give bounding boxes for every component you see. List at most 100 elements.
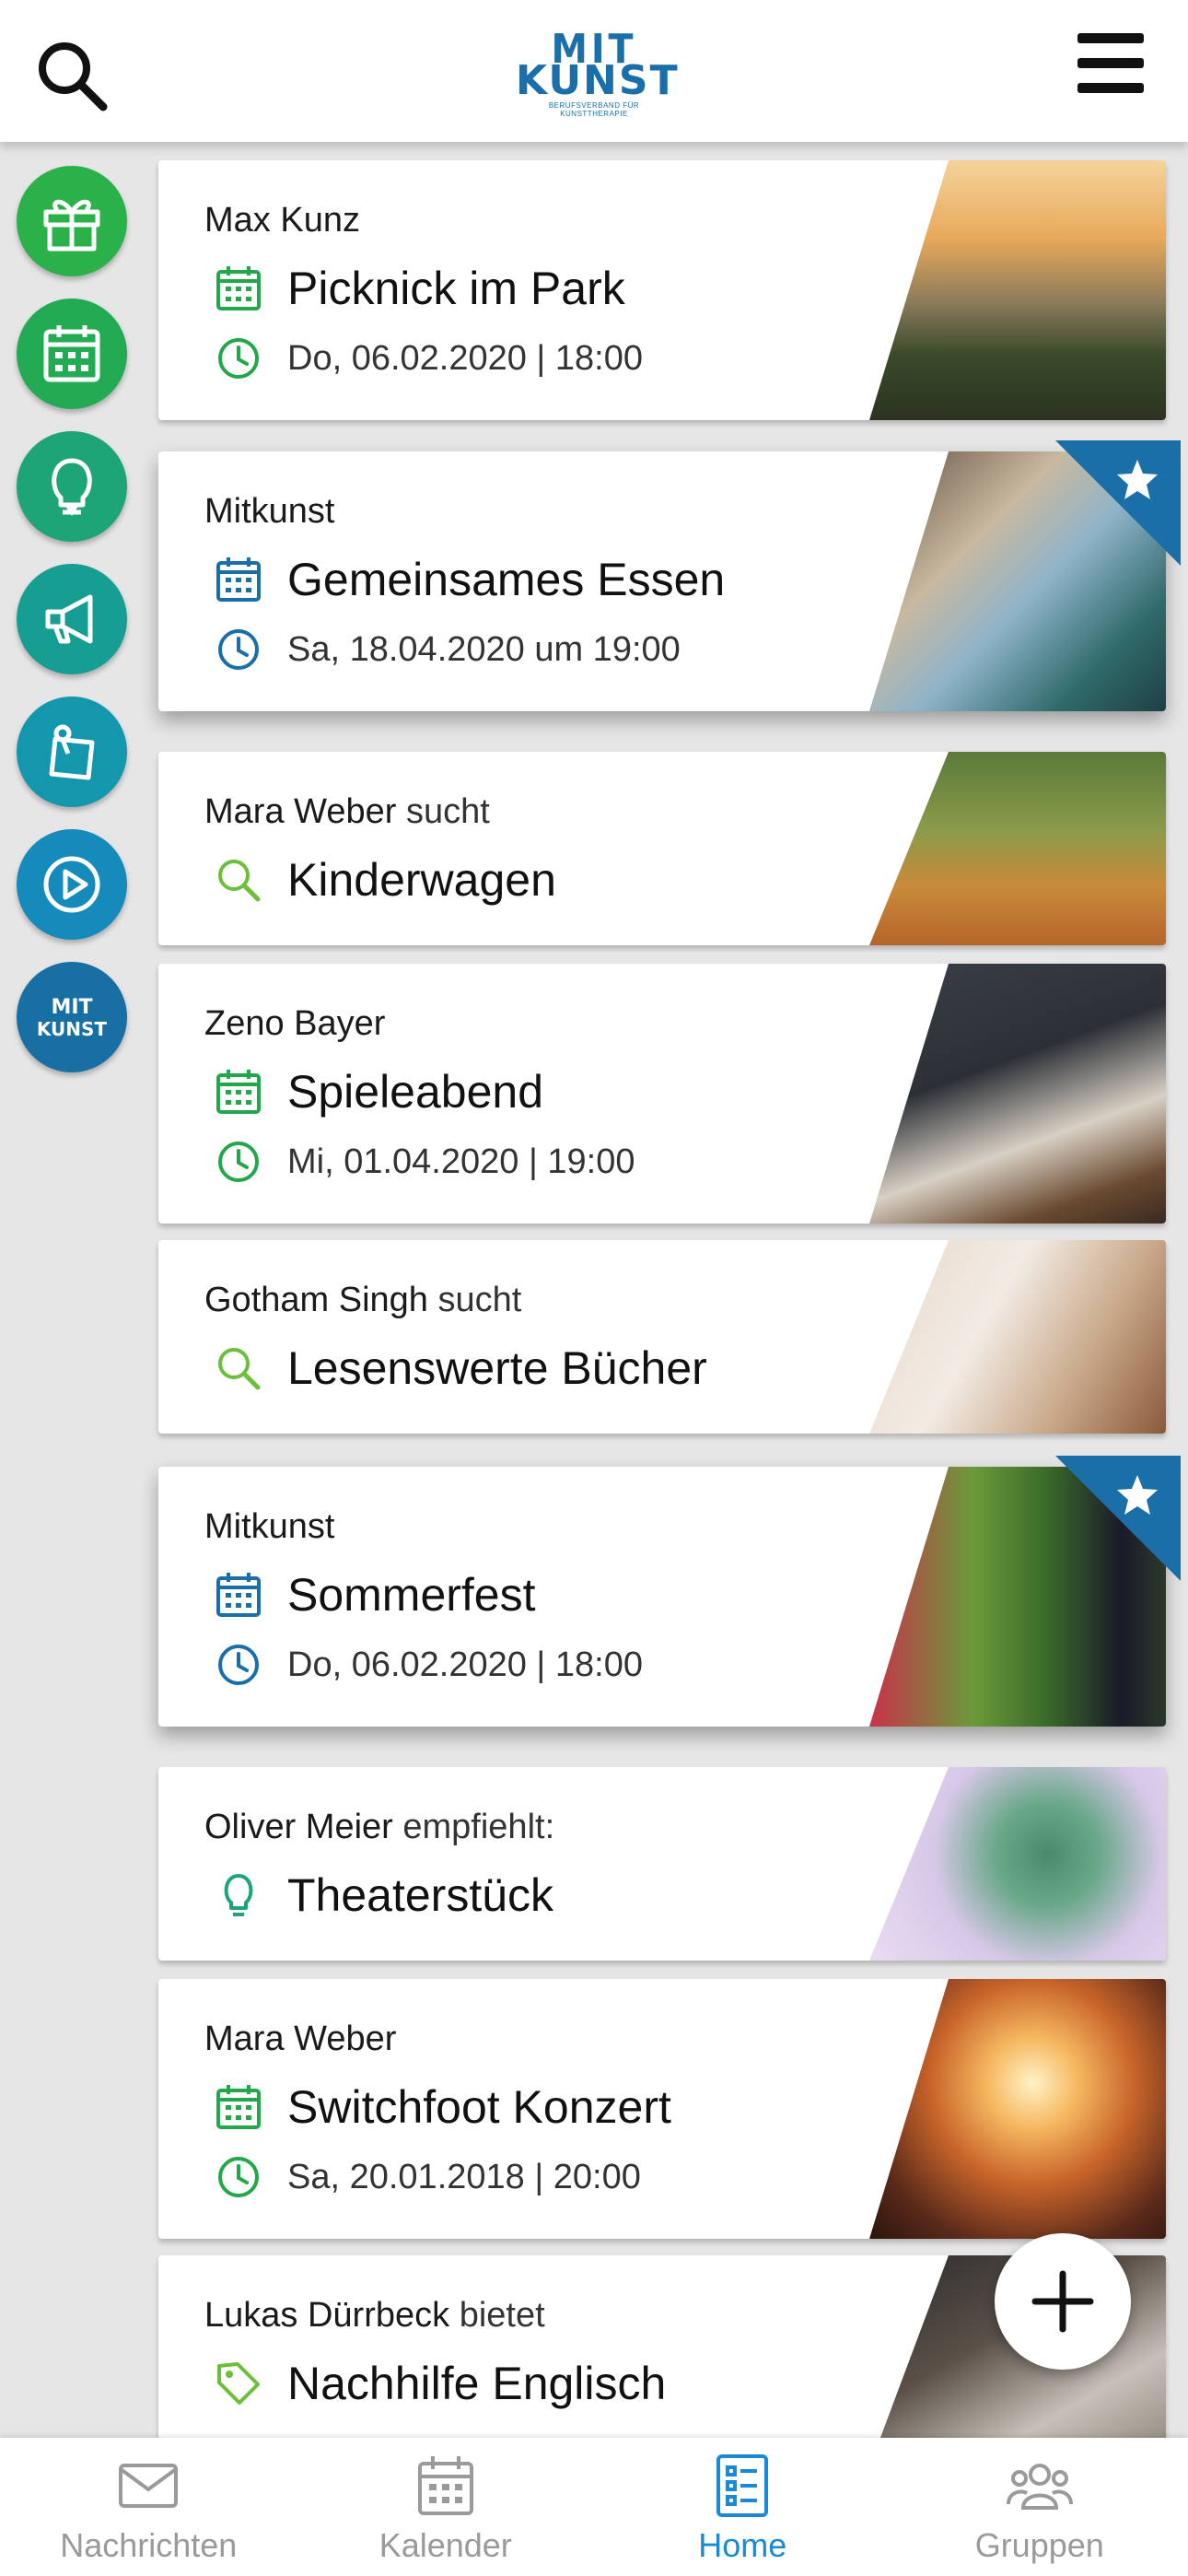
pin-note-icon bbox=[49, 724, 95, 780]
list-icon bbox=[716, 2454, 769, 2517]
search-icon bbox=[218, 1348, 261, 1390]
card-date: Sa, 20.01.2018 | 20:00 bbox=[287, 2157, 641, 2196]
bottom-navigation: Nachrichten Kalender Home Gruppen bbox=[0, 2438, 1188, 2576]
calendar-icon bbox=[43, 325, 100, 382]
clock-icon bbox=[218, 1142, 259, 1182]
card-title: Gemeinsames Essen bbox=[287, 554, 726, 605]
clock-icon bbox=[218, 1645, 259, 1685]
side-tips-button[interactable] bbox=[17, 431, 127, 542]
feed-card[interactable]: Mara Weber sucht Kinderwagen bbox=[158, 752, 1166, 945]
app-header: MIT KUNST BERUFSVERBAND FÜR KUNSTTHERAPI… bbox=[0, 0, 1188, 142]
calendar-icon bbox=[216, 266, 261, 310]
side-pinboard-button[interactable] bbox=[17, 697, 127, 807]
search-icon[interactable] bbox=[33, 37, 111, 114]
calendar-icon bbox=[216, 1070, 261, 1114]
card-date-row: Sa, 20.01.2018 | 20:00 bbox=[214, 2152, 641, 2202]
succulent-photo bbox=[869, 1767, 1166, 1961]
card-author: Mitkunst bbox=[204, 492, 335, 531]
card-title-row: Lesenswerte Bücher bbox=[214, 1341, 707, 1395]
card-author: Gotham Singh sucht bbox=[204, 1281, 522, 1319]
calendar-icon bbox=[417, 2456, 473, 2515]
calendar-icon bbox=[216, 1573, 261, 1617]
mitkunst-logo[interactable]: MIT KUNST BERUFSVERBAND FÜR KUNSTTHERAPI… bbox=[516, 29, 680, 123]
tab-home[interactable]: Home bbox=[594, 2438, 891, 2576]
lightbulb-icon bbox=[224, 1874, 253, 1916]
tab-kalender[interactable]: Kalender bbox=[297, 2438, 595, 2576]
card-author: Oliver Meier empfiehlt: bbox=[204, 1808, 555, 1846]
card-author: Zeno Bayer bbox=[204, 1004, 386, 1043]
card-date: Do, 06.02.2020 | 18:00 bbox=[287, 338, 643, 378]
feed-card-featured[interactable]: Mitkunst Sommerfest Do, 06.02.2020 | 18:… bbox=[158, 1456, 1181, 1727]
card-title-row: Sommerfest bbox=[214, 1568, 536, 1622]
card-author: Max Kunz bbox=[204, 201, 360, 240]
side-video-button[interactable] bbox=[17, 829, 127, 940]
card-title: Lesenswerte Bücher bbox=[287, 1342, 707, 1394]
open-book-photo bbox=[869, 1240, 1166, 1434]
card-author: Mara Weber sucht bbox=[204, 792, 490, 831]
card-title-row: Picknick im Park bbox=[214, 262, 625, 315]
card-date: Do, 06.02.2020 | 18:00 bbox=[287, 1645, 643, 1684]
tab-label: Nachrichten bbox=[60, 2526, 238, 2564]
plus-icon bbox=[1031, 2270, 1094, 2333]
star-icon bbox=[1117, 1475, 1158, 1515]
card-title: Sommerfest bbox=[287, 1569, 536, 1621]
play-icon bbox=[43, 856, 100, 913]
card-title: Theaterstück bbox=[287, 1869, 554, 1921]
card-date: Sa, 18.04.2020 um 19:00 bbox=[287, 629, 681, 669]
side-announcement-button[interactable] bbox=[17, 564, 127, 674]
tab-label: Home bbox=[698, 2526, 787, 2564]
tab-label: Kalender bbox=[379, 2526, 512, 2564]
svg-text:MIT: MIT bbox=[51, 996, 92, 1019]
feed-card[interactable]: Mara Weber Switchfoot Konzert Sa, 20.01.… bbox=[158, 1979, 1166, 2239]
tab-label: Gruppen bbox=[974, 2526, 1104, 2564]
svg-text:KUNST: KUNST bbox=[37, 1018, 108, 1040]
card-date-row: Do, 06.02.2020 | 18:00 bbox=[214, 334, 643, 383]
card-author: Lukas Dürrbeck bietet bbox=[204, 2296, 545, 2335]
feed-card-featured[interactable]: Mitkunst Gemeinsames Essen Sa, 18.04.202… bbox=[158, 440, 1181, 711]
feed-card[interactable]: Max Kunz Picknick im Park Do, 06.02.2020… bbox=[158, 160, 1166, 420]
card-author: Mitkunst bbox=[204, 1507, 335, 1546]
side-mitkunst-button[interactable]: MIT KUNST bbox=[17, 962, 127, 1072]
card-author: Mara Weber bbox=[204, 2020, 397, 2058]
feed-card[interactable]: Gotham Singh sucht Lesenswerte Bücher bbox=[158, 1240, 1166, 1434]
card-title-row: Theaterstück bbox=[214, 1868, 553, 1922]
card-title-row: Kinderwagen bbox=[214, 853, 556, 907]
mitkunst-logo-icon: MITKUNST bbox=[37, 996, 108, 1040]
card-date: Mi, 01.04.2020 | 19:00 bbox=[287, 1142, 635, 1181]
card-title: Spieleabend bbox=[287, 1066, 544, 1118]
park-picnic-photo bbox=[869, 160, 1166, 420]
add-button[interactable] bbox=[995, 2233, 1131, 2370]
feed-card[interactable]: Oliver Meier empfiehlt: Theaterstück bbox=[158, 1767, 1166, 1961]
card-date-row: Mi, 01.04.2020 | 19:00 bbox=[214, 1137, 635, 1187]
clock-icon bbox=[218, 2157, 259, 2197]
chess-game-photo bbox=[869, 964, 1166, 1224]
card-title: Nachhilfe Englisch bbox=[287, 2358, 667, 2409]
calendar-icon bbox=[216, 557, 261, 602]
tab-gruppen[interactable]: Gruppen bbox=[891, 2438, 1188, 2576]
lightbulb-icon bbox=[52, 458, 92, 516]
group-icon bbox=[1006, 2464, 1073, 2510]
family-walk-photo bbox=[869, 752, 1166, 945]
logo-line2: KUNST bbox=[516, 57, 680, 104]
card-title: Picknick im Park bbox=[287, 263, 625, 314]
tag-icon bbox=[217, 2362, 260, 2405]
card-title-row: Nachhilfe Englisch bbox=[214, 2357, 666, 2410]
card-title-row: Gemeinsames Essen bbox=[214, 553, 725, 606]
side-gift-button[interactable] bbox=[17, 166, 127, 276]
megaphone-icon bbox=[45, 594, 93, 644]
star-icon bbox=[1117, 460, 1158, 499]
side-calendar-button[interactable] bbox=[17, 299, 127, 409]
hamburger-menu-icon[interactable] bbox=[1077, 31, 1151, 96]
card-title-row: Switchfoot Konzert bbox=[214, 2080, 671, 2134]
card-title-row: Spieleabend bbox=[214, 1065, 543, 1118]
mail-icon bbox=[119, 2464, 179, 2508]
gift-icon bbox=[43, 199, 100, 252]
clock-icon bbox=[218, 629, 259, 670]
clock-icon bbox=[218, 338, 259, 379]
tab-nachrichten[interactable]: Nachrichten bbox=[0, 2438, 297, 2576]
card-date-row: Do, 06.02.2020 | 18:00 bbox=[214, 1640, 643, 1690]
feed-card[interactable]: Zeno Bayer Spieleabend Mi, 01.04.2020 | … bbox=[158, 964, 1166, 1224]
concert-photo bbox=[869, 1979, 1166, 2239]
calendar-icon bbox=[216, 2085, 261, 2129]
card-title: Kinderwagen bbox=[287, 854, 556, 906]
